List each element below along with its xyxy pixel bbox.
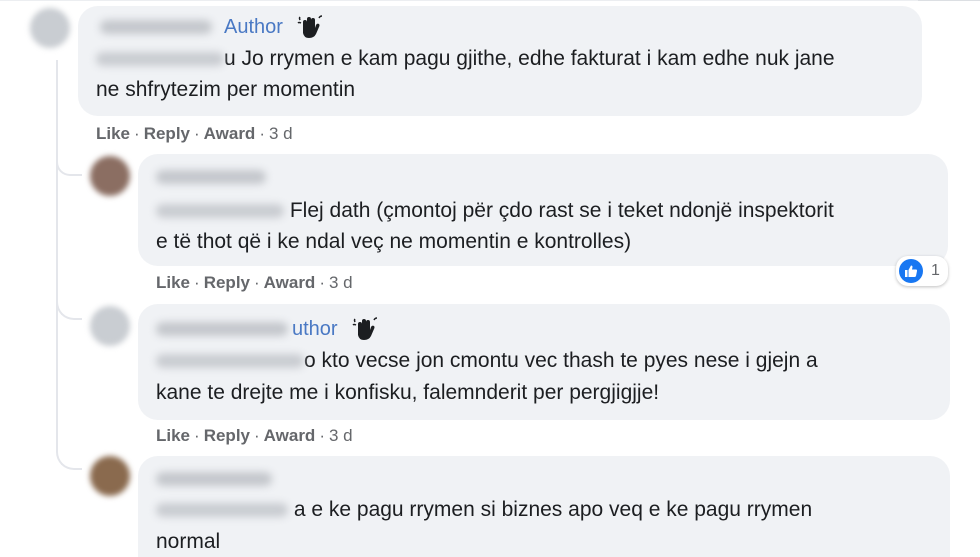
comment-text: o kto vecse jon cmontu vec thash te pyes… xyxy=(156,345,818,376)
top-divider xyxy=(0,0,980,1)
comment-text: Flej dath (çmontoj për çdo rast se i tek… xyxy=(156,195,834,226)
mention-tag[interactable] xyxy=(156,204,284,219)
author-name[interactable] xyxy=(156,322,288,336)
reply-button[interactable]: Reply xyxy=(204,273,250,292)
comment-actions: Like · Reply · Award · 3 d xyxy=(156,426,353,445)
top-divider-right xyxy=(918,0,980,1)
timestamp[interactable]: 3 d xyxy=(269,124,293,143)
comment-text-line: e të thot që i ke ndal veç ne momentin e… xyxy=(156,230,632,253)
comment-actions: Like · Reply · Award · 3 d xyxy=(156,273,353,292)
avatar[interactable] xyxy=(90,456,130,496)
timestamp[interactable]: 3 d xyxy=(329,273,353,292)
timestamp[interactable]: 3 d xyxy=(329,426,353,445)
thread-connector-curve xyxy=(56,160,82,320)
comment-text: a e ke pagu rrymen si biznes apo veq e k… xyxy=(156,494,812,525)
like-button[interactable]: Like xyxy=(156,426,190,445)
author-badge: Author xyxy=(224,15,283,38)
comment-text: u Jo rrymen e kam pagu gjithe, edhe fakt… xyxy=(96,43,835,74)
reaction-summary[interactable]: 1 xyxy=(896,256,948,286)
comment-text-line: ne shfrytezim per momentin xyxy=(96,78,356,101)
waving-hand-icon xyxy=(297,15,322,38)
award-button[interactable]: Award xyxy=(204,124,256,143)
like-button[interactable]: Like xyxy=(96,124,130,143)
like-button[interactable]: Like xyxy=(156,273,190,292)
comment-header xyxy=(156,170,266,184)
comment-actions: Like · Reply · Award · 3 d xyxy=(96,124,293,143)
author-name[interactable] xyxy=(100,20,212,34)
author-badge: uthor xyxy=(292,317,338,340)
mention-suffix: o xyxy=(304,349,316,372)
comment-text-line: kane te drejte me i konfisku, falemnderi… xyxy=(156,381,660,404)
comment-header xyxy=(156,472,272,486)
award-button[interactable]: Award xyxy=(264,273,316,292)
comment-text-line: kto vecse jon cmontu vec thash te pyes n… xyxy=(321,349,818,372)
mention-tag[interactable] xyxy=(156,503,288,518)
thread-connector-curve xyxy=(56,300,82,470)
comment-header: uthor xyxy=(156,316,378,342)
author-name[interactable] xyxy=(156,472,272,486)
waving-hand-icon xyxy=(352,317,377,340)
mention-suffix: u xyxy=(224,47,236,70)
comment-header: Author xyxy=(100,14,323,40)
comment-text-line: a e ke pagu rrymen si biznes apo veq e k… xyxy=(293,498,813,521)
award-button[interactable]: Award xyxy=(264,426,316,445)
reply-button[interactable]: Reply xyxy=(144,124,190,143)
author-name[interactable] xyxy=(156,170,266,184)
avatar[interactable] xyxy=(90,156,130,196)
comment-text-line: Jo rrymen e kam pagu gjithe, edhe faktur… xyxy=(241,47,835,70)
reaction-count: 1 xyxy=(931,262,940,279)
avatar[interactable] xyxy=(90,306,130,346)
avatar[interactable] xyxy=(30,8,70,48)
comment-text-line: Flej dath (çmontoj për çdo rast se i tek… xyxy=(289,199,834,222)
thumbs-up-icon xyxy=(899,259,923,283)
comment-text-line: normal xyxy=(156,530,221,553)
mention-tag[interactable] xyxy=(96,52,224,67)
mention-tag[interactable] xyxy=(156,354,304,369)
reply-button[interactable]: Reply xyxy=(204,426,250,445)
